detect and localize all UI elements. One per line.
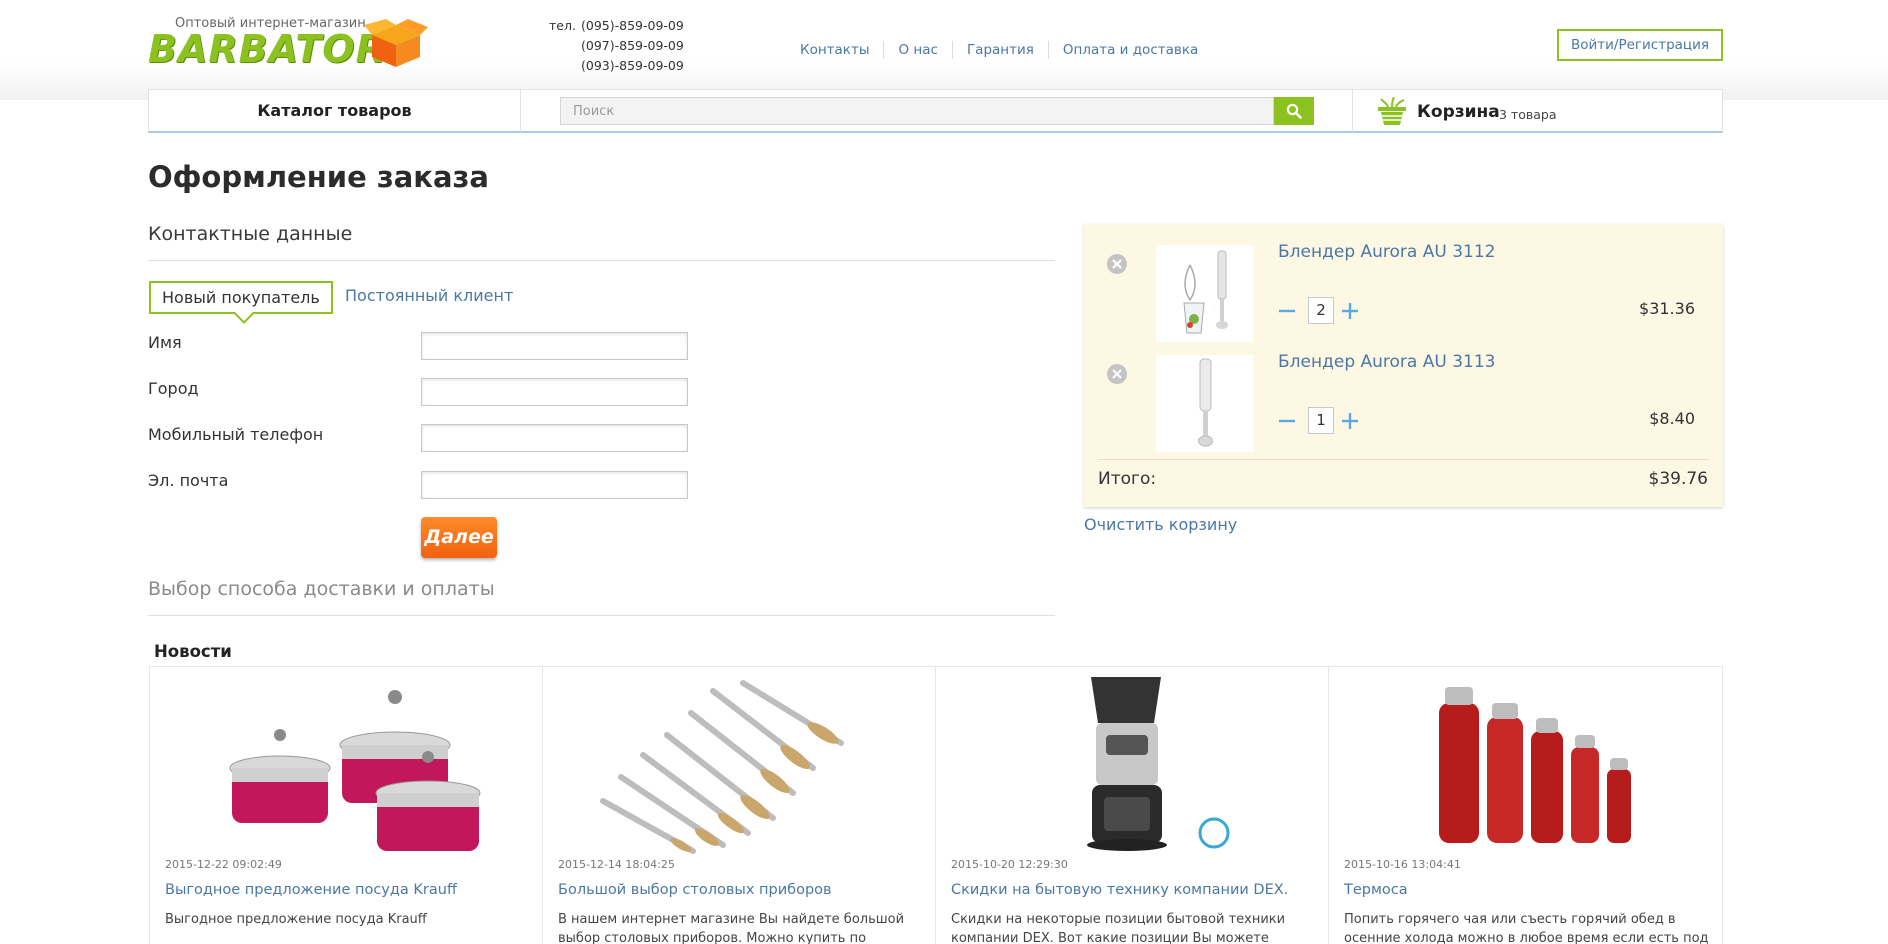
cart-item-price: $31.36 [1639,299,1695,318]
remove-item-icon[interactable] [1106,253,1128,275]
news-headline[interactable]: Скидки на бытовую технику компании DEX. [951,882,1288,898]
phone-number[interactable]: (097)-859-09-09 [581,36,684,56]
nav-link-about[interactable]: О нас [883,41,951,59]
catalog-search-bar: Каталог товаров Корзина 3 товара [148,89,1723,133]
cart-divider [1098,459,1709,460]
city-field-label: Город [148,379,199,398]
cart-item-name[interactable]: Блендер Aurora AU 3112 [1278,242,1495,262]
news-grid: 2015-12-22 09:02:49 Выгодное предложение… [149,666,1723,944]
news-excerpt: Скидки на некоторые позиции бытовой техн… [951,912,1286,944]
blender-3113-image[interactable] [1156,355,1253,452]
city-field[interactable] [421,378,688,406]
remove-item-icon[interactable] [1106,363,1128,385]
news-headline[interactable]: Термоса [1344,882,1408,898]
cookware-image[interactable] [190,673,500,857]
search-icon [1286,103,1302,119]
basket-icon[interactable] [1377,97,1407,127]
logo-box-icon [364,19,428,67]
news-card[interactable]: 2015-10-20 12:29:30 Скидки на бытовую те… [936,667,1329,944]
contact-section-title: Контактные данные [148,223,353,245]
decrease-quantity-icon[interactable] [1276,300,1298,322]
cart-item-price: $8.40 [1649,409,1695,428]
news-headline[interactable]: Большой выбор столовых приборов [558,882,832,898]
news-date: 2015-12-22 09:02:49 [165,858,282,871]
nav-link-contacts[interactable]: Контакты [800,41,883,59]
bar-divider [1352,90,1353,132]
quantity-field[interactable]: 1 [1308,407,1334,434]
cutlery-image[interactable] [583,673,893,857]
news-card[interactable]: 2015-12-14 18:04:25 Большой выбор столов… [543,667,936,944]
search-box [560,97,1324,125]
news-date: 2015-10-20 12:29:30 [951,858,1068,871]
tab-returning-customer[interactable]: Постоянный клиент [345,286,513,305]
mobile-phone-field-label: Мобильный телефон [148,425,324,444]
site-logo[interactable]: Оптовый интернет-магазин BARBATOR [148,16,428,71]
nav-link-payment-delivery[interactable]: Оплата и доставка [1047,41,1212,59]
quantity-field[interactable]: 2 [1308,297,1334,324]
nav-link-warranty[interactable]: Гарантия [951,41,1048,59]
next-button[interactable]: Далее [421,517,497,558]
mobile-phone-field[interactable] [421,424,688,452]
phone-label: тел. [549,18,576,33]
thermos-image[interactable] [1369,673,1679,857]
total-label: Итого: [1098,469,1157,489]
news-excerpt: Выгодное предложение посуда Krauff [165,912,427,927]
increase-quantity-icon[interactable] [1339,300,1361,322]
page-title: Оформление заказа [148,160,489,194]
top-nav: Контакты О нас Гарантия Оплата и доставк… [800,41,1212,59]
tab-new-customer[interactable]: Новый покупатель [149,281,333,324]
news-excerpt: Попить горячего чая или съесть горячий о… [1344,912,1709,944]
name-field-label: Имя [148,333,182,352]
search-input[interactable] [560,97,1274,125]
news-date: 2015-12-14 18:04:25 [558,858,675,871]
logo-wordmark: BARBATOR [148,27,386,71]
news-headline[interactable]: Выгодное предложение посуда Krauff [165,882,457,898]
name-field[interactable] [421,332,688,360]
catalog-button[interactable]: Каталог товаров [149,90,521,132]
email-field[interactable] [421,471,688,499]
cart-item-count: 3 товара [1499,107,1557,122]
section-divider [148,260,1055,261]
tab-new-customer-label: Новый покупатель [162,288,320,307]
decrease-quantity-icon[interactable] [1276,410,1298,432]
total-value: $39.76 [1648,469,1708,489]
news-excerpt: В нашем интернет магазине Вы найдете бол… [558,912,905,944]
news-section-title: Новости [154,642,232,661]
delivery-payment-section-title[interactable]: Выбор способа доставки и оплаты [148,578,495,600]
increase-quantity-icon[interactable] [1339,410,1361,432]
coffee-grinder-image[interactable] [976,673,1286,857]
clear-cart-link[interactable]: Очистить корзину [1084,515,1237,534]
news-card[interactable]: 2015-10-16 13:04:41 Термоса Попить горяч… [1329,667,1722,944]
login-register-button[interactable]: Войти/Регистрация [1557,29,1723,61]
cart-item-name[interactable]: Блендер Aurora AU 3113 [1278,352,1495,372]
tab-pointer [234,304,254,324]
email-field-label: Эл. почта [148,471,229,490]
blender-3112-image[interactable] [1156,245,1253,342]
cart-label[interactable]: Корзина [1417,102,1500,122]
section-divider [148,615,1055,616]
news-date: 2015-10-16 13:04:41 [1344,858,1461,871]
phone-number[interactable]: (093)-859-09-09 [581,56,684,76]
phone-number[interactable]: (095)-859-09-09 [581,16,684,36]
cart-summary: Блендер Aurora AU 3112 2 $31.36 Блендер … [1084,224,1723,507]
news-card[interactable]: 2015-12-22 09:02:49 Выгодное предложение… [150,667,543,944]
search-button[interactable] [1274,97,1314,125]
